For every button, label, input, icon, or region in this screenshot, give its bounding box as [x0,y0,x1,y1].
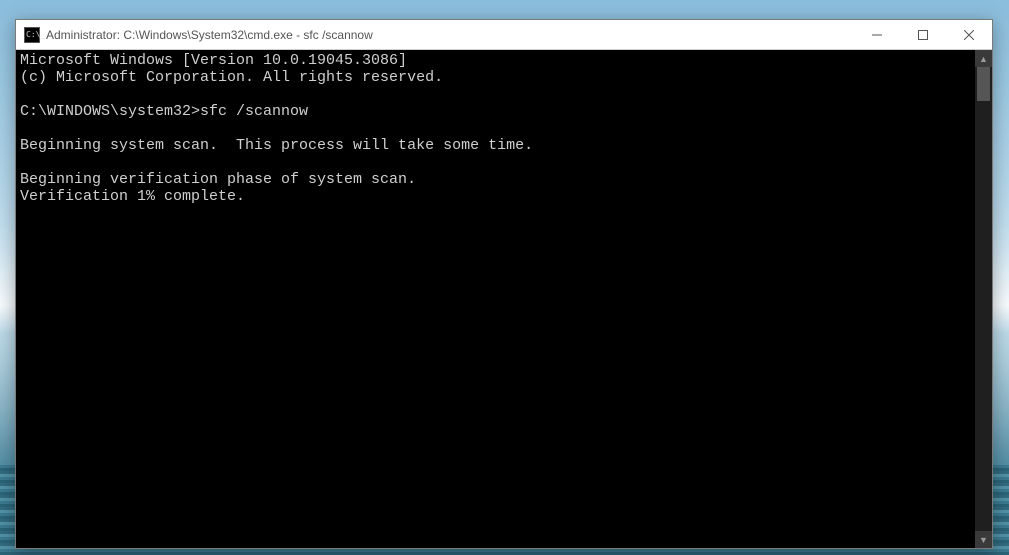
close-icon [964,30,974,40]
console-command: sfc /scannow [200,103,308,120]
console-line: (c) Microsoft Corporation. All rights re… [20,69,443,86]
console-prompt: C:\WINDOWS\system32> [20,103,200,120]
maximize-button[interactable] [900,20,946,49]
scroll-down-button[interactable]: ▼ [975,531,992,548]
vertical-scrollbar[interactable]: ▲ ▼ [975,50,992,548]
scrollbar-thumb[interactable] [977,67,990,101]
console-output[interactable]: Microsoft Windows [Version 10.0.19045.30… [16,50,975,548]
maximize-icon [918,30,928,40]
minimize-icon [872,30,882,40]
close-button[interactable] [946,20,992,49]
minimize-button[interactable] [854,20,900,49]
scroll-up-button[interactable]: ▲ [975,50,992,67]
scrollbar-track[interactable] [975,67,992,531]
console-line: Beginning system scan. This process will… [20,137,533,154]
console-line: Verification 1% complete. [20,188,245,205]
console-client-area: Microsoft Windows [Version 10.0.19045.30… [16,50,992,548]
cmd-icon [24,27,40,43]
chevron-down-icon: ▼ [979,535,988,545]
window-title: Administrator: C:\Windows\System32\cmd.e… [46,28,854,42]
chevron-up-icon: ▲ [979,54,988,64]
console-line: Beginning verification phase of system s… [20,171,416,188]
cmd-window: Administrator: C:\Windows\System32\cmd.e… [15,19,993,549]
console-line: Microsoft Windows [Version 10.0.19045.30… [20,52,407,69]
window-controls [854,20,992,49]
titlebar[interactable]: Administrator: C:\Windows\System32\cmd.e… [16,20,992,50]
